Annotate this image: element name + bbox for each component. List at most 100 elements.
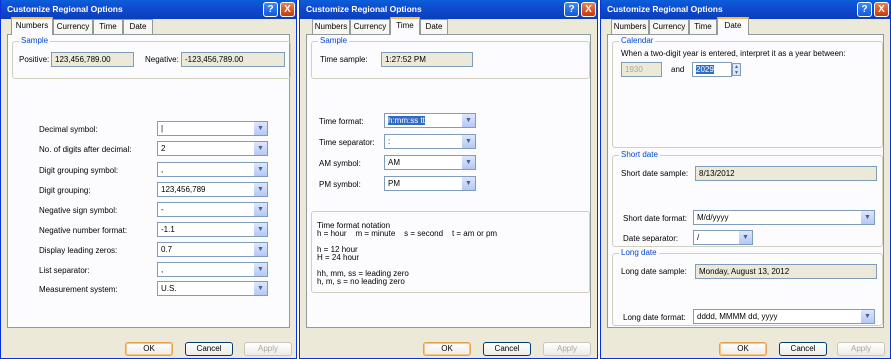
and-label: and — [671, 65, 685, 74]
apply-button[interactable]: Apply — [543, 342, 591, 356]
tab-time[interactable]: Time — [689, 19, 717, 34]
chevron-down-icon[interactable]: ▼ — [253, 263, 267, 276]
chevron-down-icon[interactable]: ▼ — [253, 243, 267, 256]
time-format-label: Time format: — [319, 117, 364, 126]
negative-format-select[interactable]: -1.1 ▼ — [157, 222, 268, 237]
am-symbol-select[interactable]: AM ▼ — [384, 155, 476, 170]
tab-currency[interactable]: Currency — [350, 19, 390, 34]
close-button[interactable]: X — [280, 2, 295, 17]
sample-group: Sample Time sample: 1:27:52 PM — [311, 36, 590, 79]
chevron-down-icon[interactable]: ▼ — [253, 142, 267, 155]
dialog-title: Customize Regional Options — [7, 4, 123, 14]
measurement-select[interactable]: U.S. ▼ — [157, 281, 268, 296]
ok-button[interactable]: OK — [719, 342, 767, 356]
dialog-date: Customize Regional Options ? X Numbers C… — [600, 0, 891, 359]
help-button[interactable]: ? — [263, 2, 278, 17]
notation-line-3: H = 24 hour — [317, 253, 360, 262]
decimal-symbol-label: Decimal symbol: — [39, 125, 98, 134]
chevron-down-icon[interactable]: ▼ — [253, 183, 267, 196]
calendar-group: Calendar When a two-digit year is entere… — [612, 36, 883, 148]
leading-zeros-select[interactable]: 0.7 ▼ — [157, 242, 268, 257]
spin-down-icon[interactable]: ▼ — [734, 70, 739, 76]
date-separator-label: Date separator: — [623, 234, 679, 243]
long-date-group-label: Long date — [619, 248, 659, 257]
digit-grouping-label: Digit grouping: — [39, 186, 91, 195]
chevron-down-icon[interactable]: ▼ — [253, 223, 267, 236]
help-button[interactable]: ? — [857, 2, 872, 17]
ok-button[interactable]: OK — [423, 342, 471, 356]
tab-time[interactable]: Time — [390, 17, 420, 35]
digit-grouping-symbol-label: Digit grouping symbol: — [39, 166, 119, 175]
long-date-sample-label: Long date sample: — [621, 267, 687, 276]
short-date-group-label: Short date — [619, 150, 660, 159]
apply-button[interactable]: Apply — [244, 342, 292, 356]
chevron-down-icon[interactable]: ▼ — [860, 310, 874, 323]
chevron-down-icon[interactable]: ▼ — [461, 114, 475, 127]
chevron-down-icon[interactable]: ▼ — [253, 163, 267, 176]
apply-button[interactable]: Apply — [837, 342, 885, 356]
time-separator-label: Time separator: — [319, 138, 375, 147]
cancel-button[interactable]: Cancel — [483, 342, 531, 356]
tab-numbers[interactable]: Numbers — [312, 19, 350, 34]
time-sample-label: Time sample: — [320, 55, 368, 64]
close-button[interactable]: X — [581, 2, 596, 17]
chevron-down-icon[interactable]: ▼ — [738, 231, 752, 244]
tab-date[interactable]: Date — [717, 17, 749, 35]
tab-date[interactable]: Date — [420, 19, 448, 34]
list-separator-select[interactable]: , ▼ — [157, 262, 268, 277]
short-date-sample-value: 8/13/2012 — [695, 166, 877, 181]
chevron-down-icon[interactable]: ▼ — [860, 211, 874, 224]
year-spinner[interactable]: ▲ ▼ — [732, 63, 741, 76]
cancel-button[interactable]: Cancel — [779, 342, 827, 356]
long-date-format-label: Long date format: — [623, 313, 686, 322]
notation-group: Time format notation h = hour m = minute… — [311, 211, 590, 293]
title-bar[interactable]: Customize Regional Options — [300, 0, 597, 19]
chevron-down-icon[interactable]: ▼ — [253, 122, 267, 135]
year-to-field[interactable]: 2029 — [692, 62, 732, 77]
time-separator-select[interactable]: : ▼ — [384, 134, 476, 149]
close-button[interactable]: X — [874, 2, 889, 17]
positive-label: Positive: — [19, 55, 50, 64]
calendar-group-label: Calendar — [619, 36, 656, 45]
pm-symbol-label: PM symbol: — [319, 180, 361, 189]
tab-currency[interactable]: Currency — [53, 19, 93, 34]
tab-date[interactable]: Date — [123, 19, 153, 34]
cancel-button[interactable]: Cancel — [185, 342, 233, 356]
two-digit-year-text: When a two-digit year is entered, interp… — [621, 49, 846, 58]
long-date-sample-value: Monday, August 13, 2012 — [695, 264, 877, 279]
date-separator-select[interactable]: / ▼ — [693, 230, 753, 245]
chevron-down-icon[interactable]: ▼ — [461, 156, 475, 169]
time-format-select[interactable]: h:mm:ss tt ▼ — [384, 113, 476, 128]
long-date-format-select[interactable]: dddd, MMMM dd, yyyy ▼ — [693, 309, 875, 324]
tab-currency[interactable]: Currency — [649, 19, 689, 34]
pm-symbol-select[interactable]: PM ▼ — [384, 176, 476, 191]
dialog-numbers: Customize Regional Options ? X Numbers C… — [0, 0, 297, 359]
short-date-format-select[interactable]: M/d/yyyy ▼ — [693, 210, 875, 225]
date-panel: Calendar When a two-digit year is entere… — [607, 34, 884, 328]
chevron-down-icon[interactable]: ▼ — [253, 282, 267, 295]
chevron-down-icon[interactable]: ▼ — [461, 177, 475, 190]
sample-group-label: Sample — [318, 36, 350, 45]
help-button[interactable]: ? — [564, 2, 579, 17]
digit-grouping-select[interactable]: 123,456,789 ▼ — [157, 182, 268, 197]
tab-time[interactable]: Time — [93, 19, 123, 34]
notation-line-1: h = hour m = minute s = second t = am or… — [317, 229, 498, 238]
digits-after-decimal-label: No. of digits after decimal: — [39, 145, 132, 154]
time-sample-value: 1:27:52 PM — [381, 52, 473, 67]
chevron-down-icon[interactable]: ▼ — [461, 135, 475, 148]
decimal-symbol-select[interactable]: | ▼ — [157, 121, 268, 136]
digits-after-decimal-select[interactable]: 2 ▼ — [157, 141, 268, 156]
measurement-label: Measurement system: — [39, 285, 118, 294]
ok-button[interactable]: OK — [125, 342, 173, 356]
sample-group: Sample Positive: 123,456,789.00 Negative… — [12, 36, 291, 79]
tab-numbers[interactable]: Numbers — [611, 19, 649, 34]
short-date-format-label: Short date format: — [623, 214, 688, 223]
chevron-down-icon[interactable]: ▼ — [253, 203, 267, 216]
year-from-field: 1930 — [621, 62, 662, 77]
dialog-title: Customize Regional Options — [306, 4, 422, 14]
negative-sign-select[interactable]: - ▼ — [157, 202, 268, 217]
negative-sample: -123,456,789.00 — [181, 52, 285, 67]
tab-numbers[interactable]: Numbers — [11, 17, 53, 35]
digit-grouping-symbol-select[interactable]: , ▼ — [157, 162, 268, 177]
notation-line-5: h, m, s = no leading zero — [317, 277, 405, 286]
